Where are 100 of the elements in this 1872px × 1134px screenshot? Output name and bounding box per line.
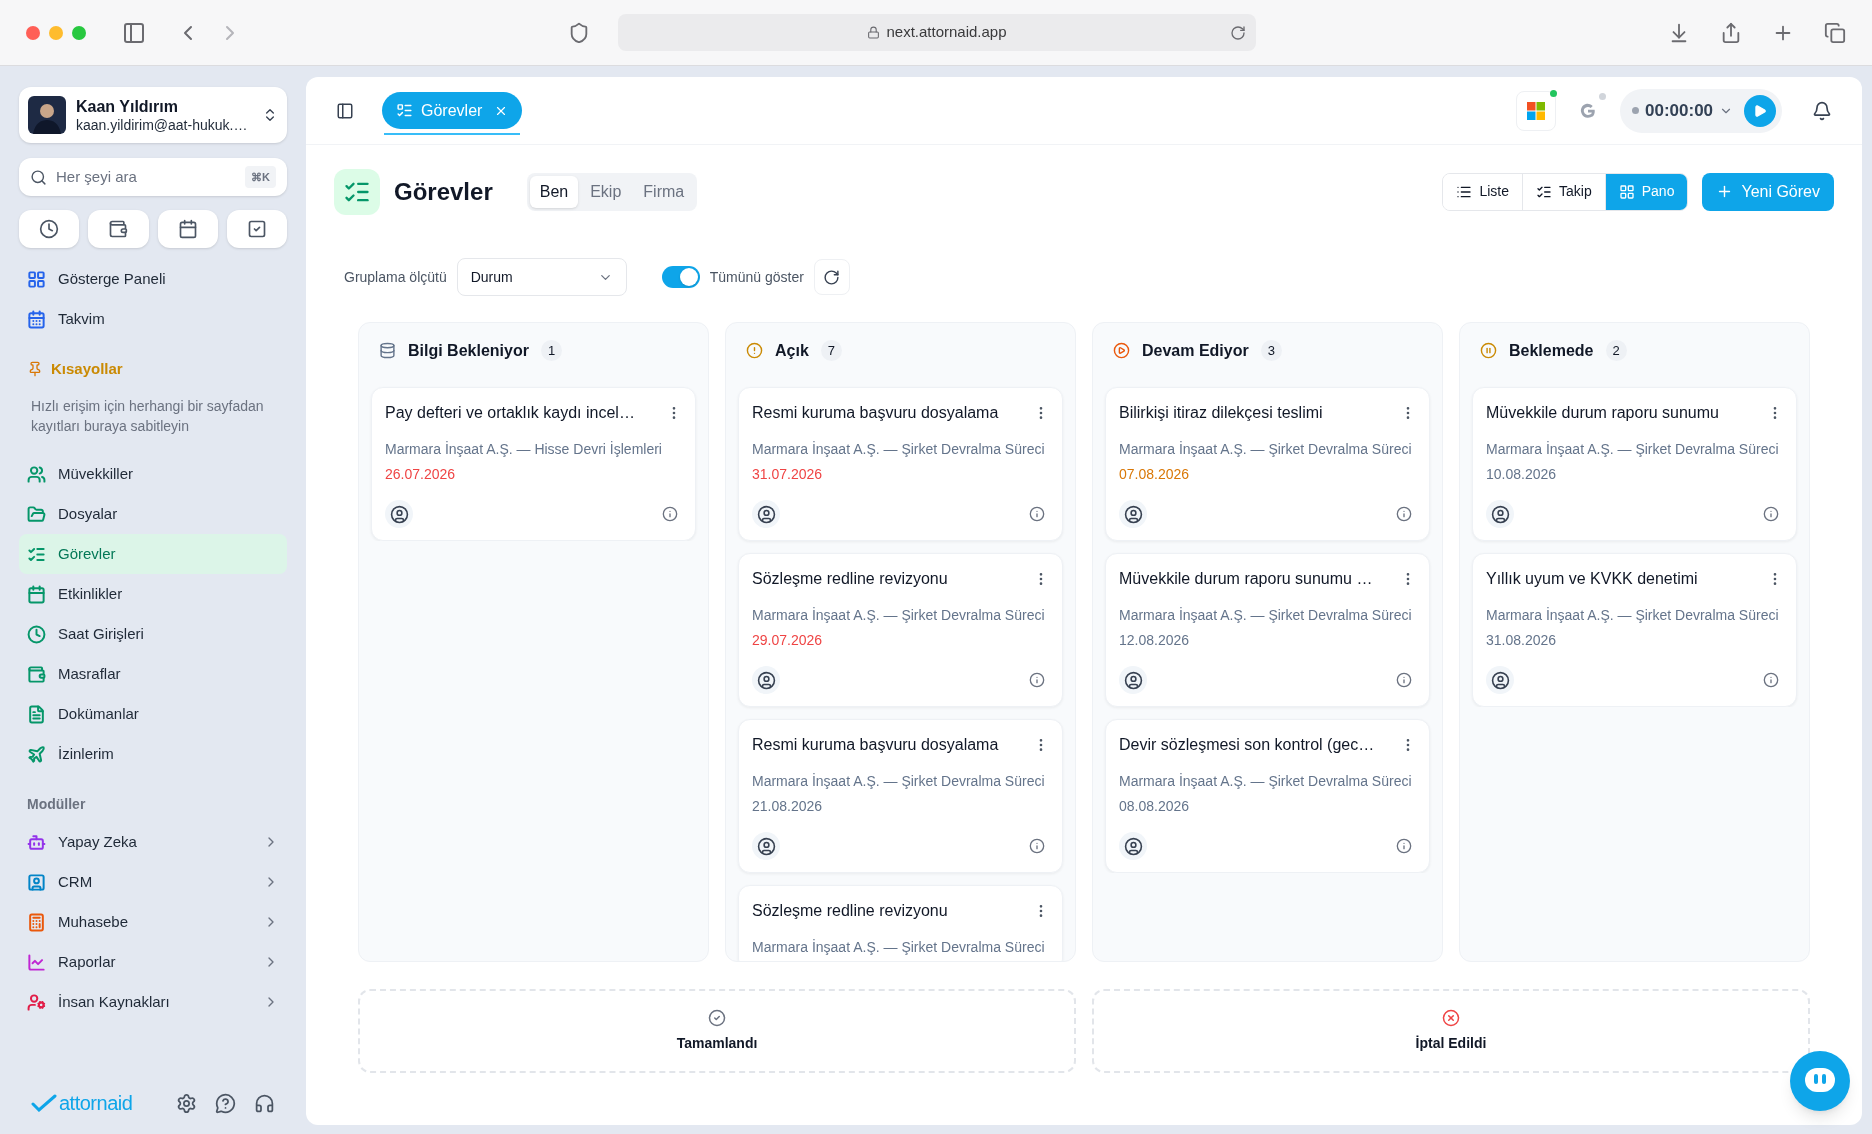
task-project: Marmara İnşaat A.Ş. — Şirket Devralma Süreci [1119, 606, 1413, 625]
headphones-icon[interactable] [254, 1092, 275, 1114]
profile-card[interactable]: Kaan Yıldırım kaan.yildirim@aat-hukuk.… [19, 87, 287, 143]
task-due-date: 12.08.2026 [1119, 631, 1191, 650]
assignee-avatar[interactable] [1486, 500, 1514, 528]
assignee-avatar[interactable] [752, 500, 780, 528]
quick-action-button[interactable] [19, 210, 80, 248]
info-icon[interactable] [1029, 506, 1045, 522]
task-card[interactable]: Müvekkile durum raporu sunumu Marmara İnşaat A.Ş. — Şirket Devralma Süreci 10.08.2026 [1472, 387, 1797, 541]
task-project: Marmara İnşaat A.Ş. — Şirket Devralma Süreci [1486, 606, 1780, 625]
nav-item[interactable]: CRM [19, 862, 287, 902]
quick-action-button[interactable] [88, 210, 149, 248]
task-title: Resmi kuruma başvuru dosyalama [752, 403, 999, 423]
assignee-avatar[interactable] [752, 666, 780, 694]
task-card[interactable]: Resmi kuruma başvuru dosyalama Marmara İnşaat A.Ş. — Şirket Devralma Süreci 21.08.2026 [738, 719, 1063, 873]
section-title: Modüller [26, 794, 87, 814]
search-input[interactable]: Her şeyi ara [56, 165, 237, 189]
assignee-avatar[interactable] [385, 500, 413, 528]
task-project: Marmara İnşaat A.Ş. — Şirket Devralma Süreci [752, 772, 1046, 791]
info-icon[interactable] [1763, 672, 1779, 688]
info-icon[interactable] [1029, 838, 1045, 854]
nav-item[interactable]: İzinlerim [19, 734, 287, 774]
pause-circle-icon [1480, 342, 1497, 359]
nav-item[interactable]: Saat Girişleri [19, 614, 287, 654]
task-card[interactable]: Müvekkile durum raporu sunumu … Marmara İnşaat A.Ş. — Şirket Devralma Süreci 12.08.2026 [1105, 553, 1430, 707]
task-due-date: 31.08.2026 [1486, 631, 1558, 650]
avatar [28, 96, 66, 134]
play-circle-icon [1113, 342, 1130, 359]
nav-item[interactable]: Takvim [19, 299, 287, 339]
nav-item[interactable]: Gösterge Paneli [19, 259, 287, 299]
nav-item[interactable]: Etkinlikler [19, 574, 287, 614]
share-icon[interactable] [1720, 21, 1742, 44]
panel-toggle-icon[interactable] [336, 101, 354, 120]
group-by-select[interactable]: Durum [456, 258, 627, 296]
address-bar[interactable]: next.attornaid.app [618, 14, 1256, 51]
sidebar-toggle-icon[interactable] [122, 20, 146, 45]
clock-icon [39, 219, 60, 239]
database-icon [379, 342, 396, 359]
timer-control[interactable]: 00:00:00 [1620, 88, 1782, 133]
task-due-date: 08.08.2026 [1119, 797, 1191, 816]
alert-circle-icon [746, 342, 763, 359]
info-icon[interactable] [1396, 672, 1412, 688]
nav-item[interactable]: Raporlar [19, 942, 287, 982]
settings-icon[interactable] [176, 1092, 197, 1114]
info-icon[interactable] [1763, 506, 1779, 522]
reload-icon[interactable] [1230, 24, 1246, 41]
assignee-avatar[interactable] [1119, 500, 1147, 528]
quick-action-button[interactable] [157, 210, 218, 248]
task-project: Marmara İnşaat A.Ş. — Hisse Devri İşlemleri [385, 440, 663, 459]
search-icon [30, 168, 47, 186]
task-card[interactable]: Pay defteri ve ortaklık kaydı incel… Marmara İnşaat A.Ş. — Hisse Devri İşlemleri 26.07.2026 [371, 387, 696, 541]
column-title: Bilgi Bekleniyor [408, 340, 529, 361]
scope-tab[interactable]: Firma [633, 175, 695, 208]
shield-icon[interactable] [568, 21, 590, 44]
assignee-avatar[interactable] [1486, 666, 1514, 694]
info-icon[interactable] [1396, 506, 1412, 522]
chat-bot-button[interactable] [1790, 1051, 1850, 1111]
info-icon[interactable] [1396, 838, 1412, 854]
nav-item[interactable]: Görevler [19, 534, 287, 574]
task-due-date: 26.07.2026 [385, 465, 457, 484]
task-card[interactable]: Devir sözleşmesi son kontrol (gec… Marmara İnşaat A.Ş. — Şirket Devralma Süreci 08.08.2026 [1105, 719, 1430, 873]
info-icon[interactable] [662, 506, 678, 522]
nav-item[interactable]: Dokümanlar [19, 694, 287, 734]
task-card[interactable]: Yıllık uyum ve KVKK denetimi Marmara İnşaat A.Ş. — Şirket Devralma Süreci 31.08.2026 [1472, 553, 1797, 707]
nav-item[interactable]: Yapay Zeka [19, 822, 287, 862]
play-button[interactable] [1744, 94, 1776, 127]
status-drop-zone[interactable]: Tamamlandı [358, 989, 1076, 1073]
refresh-button[interactable] [813, 259, 850, 295]
scope-tab[interactable]: Ben [529, 175, 579, 208]
task-project: Marmara İnşaat A.Ş. — Şirket Devralma Süreci [1119, 440, 1413, 459]
nav-item[interactable]: İnsan Kaynakları [19, 982, 287, 1022]
show-all-toggle[interactable] [661, 266, 700, 288]
user-email: kaan.yildirim@aat-hukuk.… [76, 115, 249, 134]
assignee-avatar[interactable] [752, 832, 780, 860]
task-title: Sözleşme redline revizyonu [752, 901, 948, 921]
task-card[interactable]: Sözleşme redline revizyonu Marmara İnşaat A.Ş. — Şirket Devralma Süreci 29.07.2026 [738, 553, 1063, 707]
notifications-icon[interactable] [1812, 100, 1832, 121]
play-icon [1753, 103, 1767, 118]
nav-item[interactable]: Müvekkiller [19, 454, 287, 494]
task-card[interactable]: Resmi kuruma başvuru dosyalama Marmara İnşaat A.Ş. — Şirket Devralma Süreci 31.07.2026 [738, 387, 1063, 541]
task-card[interactable]: Bilirkişi itiraz dilekçesi teslimi Marmara İnşaat A.Ş. — Şirket Devralma Süreci 07.08.2026 [1105, 387, 1430, 541]
task-project: Marmara İnşaat A.Ş. — Şirket Devralma Süreci [1486, 440, 1780, 459]
scope-tab[interactable]: Ekip [580, 175, 632, 208]
help-icon[interactable] [215, 1092, 236, 1114]
microsoft-button[interactable] [1516, 90, 1556, 131]
column-title: Beklemede [1509, 340, 1594, 361]
search-field[interactable]: Her şeyi ara ⌘K [19, 158, 287, 196]
tabs-overview-icon[interactable] [1824, 21, 1846, 44]
close-window-button[interactable] [26, 25, 40, 40]
task-project: Marmara İnşaat A.Ş. — Şirket Devralma Süreci [752, 606, 1046, 625]
nav-item[interactable]: Masraflar [19, 654, 287, 694]
nav-item[interactable]: Dosyalar [19, 494, 287, 534]
assignee-avatar[interactable] [1119, 666, 1147, 694]
task-card[interactable]: Sözleşme redline revizyonu Marmara İnşaat A.Ş. — Şirket Devralma Süreci [738, 885, 1063, 961]
column-count: 7 [820, 339, 843, 362]
quick-action-button[interactable] [226, 210, 287, 248]
nav-item[interactable]: Muhasebe [19, 902, 287, 942]
assignee-avatar[interactable] [1119, 832, 1147, 860]
info-icon[interactable] [1029, 672, 1045, 688]
pin-icon [27, 361, 43, 377]
